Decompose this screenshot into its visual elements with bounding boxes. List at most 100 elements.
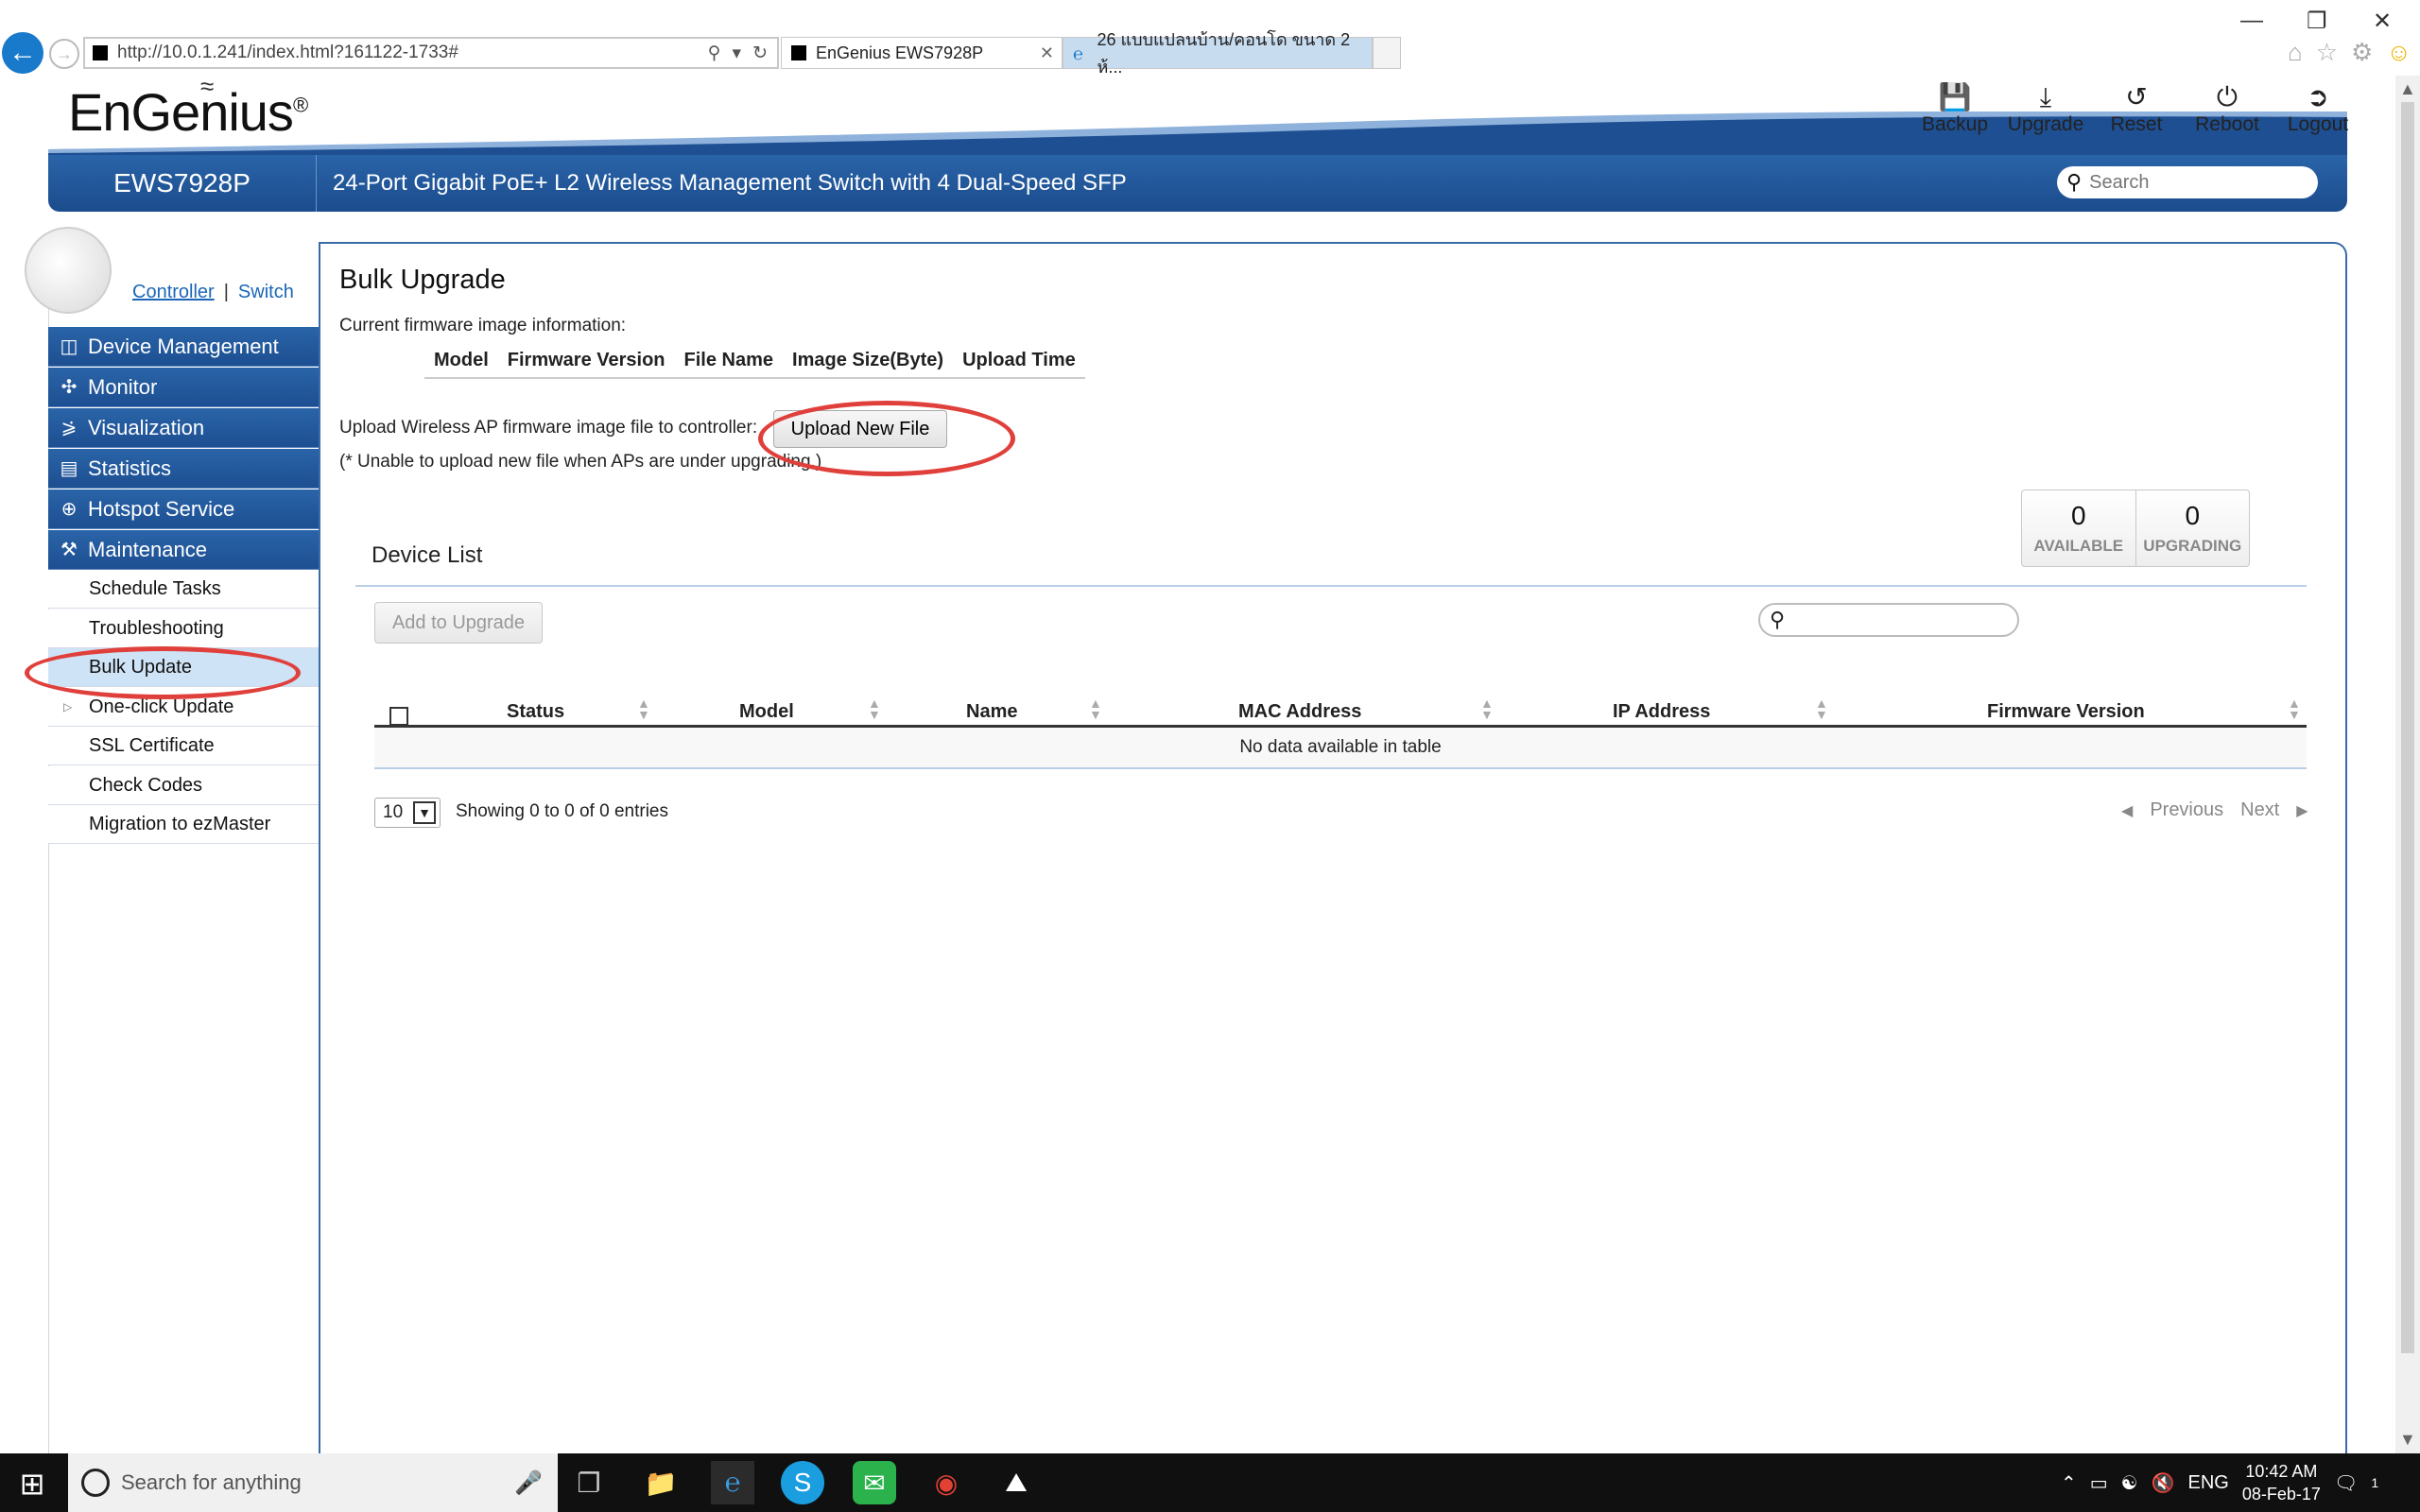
sidebar-item-troubleshooting[interactable]: Troubleshooting xyxy=(48,610,319,648)
star-icon[interactable]: ☆ xyxy=(2316,38,2338,67)
previous-button[interactable]: Previous xyxy=(2150,799,2223,821)
internet-explorer-icon[interactable]: ℮ xyxy=(711,1461,754,1504)
scroll-down-icon[interactable]: ▼ xyxy=(2399,1430,2416,1450)
taskbar-search[interactable]: Search for anything 🎤 xyxy=(68,1453,558,1512)
vertical-scrollbar[interactable]: ▲ ▼ xyxy=(2395,76,2420,1453)
sidebar-item-one-click-update[interactable]: ▷ One-click Update xyxy=(48,688,319,727)
sidebar-item-ssl-certificate[interactable]: SSL Certificate xyxy=(48,727,319,765)
forward-icon[interactable]: → xyxy=(49,39,79,69)
gear-icon[interactable]: ⚙ xyxy=(2351,38,2373,67)
upload-new-file-button[interactable]: Upload New File xyxy=(773,410,947,448)
reboot-button[interactable]: ⏻ Reboot xyxy=(2182,81,2273,136)
col-status[interactable]: Status xyxy=(507,701,564,723)
minimize-icon[interactable]: — xyxy=(2240,8,2263,34)
upgrade-button[interactable]: ⤓ Upgrade xyxy=(2000,81,2091,136)
search-icon[interactable]: ⚲ xyxy=(708,43,721,64)
header-search-input[interactable] xyxy=(2089,171,2298,194)
address-url[interactable]: http://10.0.1.241/index.html?161122-1733… xyxy=(117,43,708,63)
page-size-select[interactable]: 10 ▼ xyxy=(374,798,441,828)
sidebar-item-schedule-tasks[interactable]: Schedule Tasks xyxy=(48,570,319,609)
notification-icon[interactable]: 🗨 xyxy=(2334,1471,2358,1495)
clock[interactable]: 10:42 AM 08-Feb-17 xyxy=(2242,1460,2321,1505)
sidebar-item-device-management[interactable]: ◫ Device Management xyxy=(48,327,319,367)
sort-icon[interactable]: ▲ ▼ xyxy=(1480,696,1494,721)
next-button[interactable]: Next xyxy=(2240,799,2279,821)
system-tray: ⌃ ▭ ☯ 🔇 ENG 10:42 AM 08-Feb-17 🗨 1 xyxy=(2061,1453,2378,1512)
sidebar-item-migration[interactable]: Migration to ezMaster xyxy=(48,805,319,844)
select-all-checkbox[interactable] xyxy=(389,707,408,726)
site-favicon-icon xyxy=(93,45,108,60)
battery-icon[interactable]: ▭ xyxy=(2090,1471,2108,1495)
power-icon: ⏻ xyxy=(2216,82,2238,112)
volume-icon[interactable]: 🔇 xyxy=(2152,1471,2175,1495)
refresh-icon[interactable]: ↻ xyxy=(752,43,768,64)
wifi-tray-icon[interactable]: ☯ xyxy=(2121,1471,2138,1495)
scroll-up-icon[interactable]: ▲ xyxy=(2399,79,2416,99)
microphone-icon[interactable]: 🎤 xyxy=(514,1469,543,1497)
empty-table-message: No data available in table xyxy=(374,728,2307,769)
sort-icon[interactable]: ▲ ▼ xyxy=(2288,696,2301,721)
table-search[interactable]: ⚲ xyxy=(1758,603,2019,637)
role-separator: | xyxy=(223,282,229,302)
notification-count: 1 xyxy=(2371,1475,2379,1490)
sidebar-item-bulk-update[interactable]: Bulk Update xyxy=(48,648,319,687)
sidebar-item-statistics[interactable]: ▤ Statistics xyxy=(48,449,319,489)
photos-icon[interactable]: ⛰ xyxy=(994,1461,1038,1504)
file-explorer-icon[interactable]: 📁 xyxy=(639,1461,683,1504)
reset-icon: ↺ xyxy=(2125,82,2148,112)
sidebar-item-monitor[interactable]: ✣ Monitor xyxy=(48,368,319,407)
task-view-icon[interactable]: ❐ xyxy=(567,1461,611,1504)
skype-icon[interactable]: S xyxy=(781,1461,824,1504)
dropdown-icon[interactable]: ▾ xyxy=(733,43,742,64)
controller-link[interactable]: Controller xyxy=(132,282,215,303)
browser-tab-engenius[interactable]: EnGenius EWS7928P ✕ xyxy=(781,37,1063,69)
line-icon[interactable]: ✉ xyxy=(853,1461,896,1504)
next-arrow-icon[interactable]: ▶ xyxy=(2296,801,2308,820)
download-icon: ⤓ xyxy=(2039,82,2052,112)
address-bar[interactable]: http://10.0.1.241/index.html?161122-1733… xyxy=(83,37,779,69)
close-window-icon[interactable]: ✕ xyxy=(2373,8,2392,35)
close-tab-icon[interactable]: ✕ xyxy=(1040,43,1054,63)
sort-icon[interactable]: ▲ ▼ xyxy=(1815,696,1828,721)
home-icon[interactable]: ⌂ xyxy=(2288,38,2303,67)
language-indicator[interactable]: ENG xyxy=(2188,1472,2229,1494)
col-model[interactable]: Model xyxy=(739,701,794,723)
sort-icon[interactable]: ▲ ▼ xyxy=(868,696,881,721)
sort-icon[interactable]: ▲ ▼ xyxy=(1089,696,1102,721)
header-search[interactable]: ⚲ xyxy=(2057,166,2318,198)
back-icon[interactable]: ← xyxy=(2,32,43,74)
add-to-upgrade-button[interactable]: Add to Upgrade xyxy=(374,602,543,644)
chevron-up-icon[interactable]: ⌃ xyxy=(2061,1471,2077,1495)
share-icon: ⪂ xyxy=(60,418,78,438)
col-mac-address[interactable]: MAC Address xyxy=(1238,701,1361,723)
restore-icon[interactable]: ❐ xyxy=(2307,8,2327,35)
smiley-icon[interactable]: ☺ xyxy=(2386,38,2411,67)
table-search-input[interactable] xyxy=(1792,610,2001,630)
previous-arrow-icon[interactable]: ◀ xyxy=(2121,801,2133,820)
chrome-icon[interactable]: ◉ xyxy=(925,1461,968,1504)
divider xyxy=(355,585,2307,587)
fw-info-label: Current firmware image information: xyxy=(339,316,627,335)
reset-button[interactable]: ↺ Reset xyxy=(2091,81,2182,136)
backup-button[interactable]: 💾 Backup xyxy=(1910,81,2000,136)
expand-icon[interactable]: ▷ xyxy=(63,700,72,713)
sidebar-item-visualization[interactable]: ⪂ Visualization xyxy=(48,408,319,448)
sidebar-item-maintenance[interactable]: ⚒ Maintenance xyxy=(48,530,319,570)
chevron-down-icon[interactable]: ▼ xyxy=(413,801,436,824)
sidebar-item-hotspot-service[interactable]: ⊕ Hotspot Service xyxy=(48,490,319,529)
scroll-thumb[interactable] xyxy=(2401,102,2414,1353)
upgrade-counters: 0 AVAILABLE 0 UPGRADING xyxy=(2021,490,2250,567)
fw-col-model: Model xyxy=(434,350,489,370)
col-ip-address[interactable]: IP Address xyxy=(1613,701,1710,723)
sort-icon[interactable]: ▲ ▼ xyxy=(637,696,650,721)
col-firmware-version[interactable]: Firmware Version xyxy=(1987,701,2145,723)
model-description: 24-Port Gigabit PoE+ L2 Wireless Managem… xyxy=(333,170,1127,196)
switch-link[interactable]: Switch xyxy=(238,282,294,303)
browser-tab-second[interactable]: ℮ 26 แบบแปลนบ้าน/คอนโด ขนาด 2 ห้... xyxy=(1063,30,1373,77)
windows-start-icon[interactable]: ⊞ xyxy=(13,1465,51,1503)
wifi-icon: ≈ xyxy=(200,72,214,100)
sidebar-item-check-codes[interactable]: Check Codes xyxy=(48,766,319,805)
new-tab-button[interactable] xyxy=(1373,37,1401,69)
col-name[interactable]: Name xyxy=(966,701,1017,723)
logout-button[interactable]: ➲ Logout xyxy=(2273,81,2363,136)
